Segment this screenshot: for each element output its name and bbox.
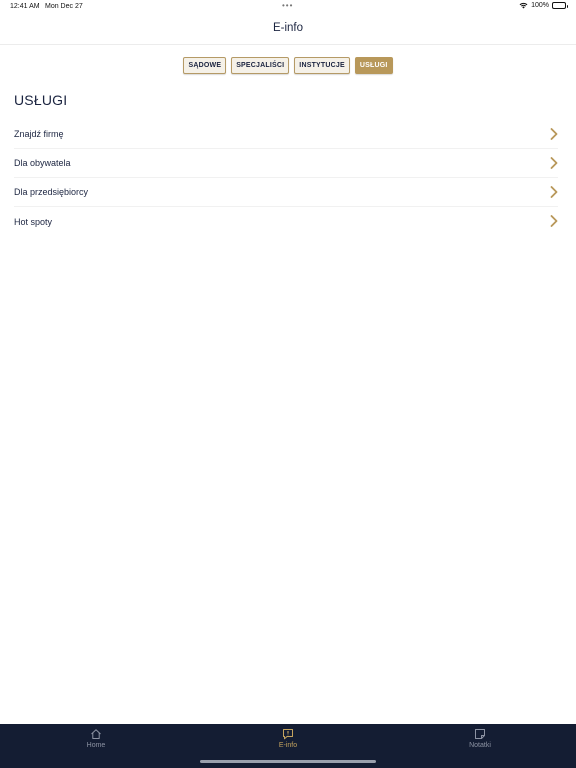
tab-bar: Home E-info Notatki [0,724,576,768]
list-item-dla-przedsiebiorcy[interactable]: Dla przedsiębiorcy [14,178,558,207]
tab-bar-label: Notatki [469,742,491,749]
battery-icon [552,2,568,9]
list-item-label: Hot spoty [14,216,53,227]
screen: 12:41 AM Mon Dec 27 ••• 100% E-info SĄDO… [0,0,576,768]
battery-percentage: 100% [531,2,549,9]
category-tabs: SĄDOWE SPECJALIŚCI INSTYTUCJE USŁUGI [0,57,576,75]
tab-sadowe[interactable]: SĄDOWE [183,57,227,74]
chevron-right-icon [550,215,558,227]
status-time: 12:41 AM [10,3,40,10]
section-title: USŁUGI [14,92,68,108]
list-item-dla-obywatela[interactable]: Dla obywatela [14,149,558,178]
chevron-right-icon [550,157,558,169]
page-title: E-info [272,22,304,34]
list-item-label: Znajdź firmę [14,129,64,139]
navigation-bar: E-info [0,14,576,45]
list-item-label: Dla przedsiębiorcy [14,187,89,197]
chevron-right-icon [550,128,558,140]
wifi-icon [519,2,528,9]
tab-bar-notatki[interactable]: Notatki [440,728,520,749]
list-item-znajdz-firme[interactable]: Znajdź firmę [14,120,558,149]
house-icon [91,729,101,739]
chevron-right-icon [550,186,558,198]
list-item-hot-spoty[interactable]: Hot spoty [14,207,558,236]
tab-bar-label: Home [86,742,106,749]
status-bar: 12:41 AM Mon Dec 27 ••• 100% [0,0,576,14]
list-item-label: Dla obywatela [14,158,71,168]
note-icon [475,729,485,739]
tab-uslugi[interactable]: USŁUGI [354,57,393,74]
tab-bar-e-info[interactable]: E-info [248,728,328,749]
status-right: 100% [519,2,568,9]
tab-instytucje[interactable]: INSTYTUCJE [294,57,350,74]
multitasking-dots-icon[interactable]: ••• [282,1,293,10]
tab-bar-label: E-info [278,742,298,749]
tab-bar-home[interactable]: Home [56,728,136,749]
status-date: Mon Dec 27 [45,3,83,10]
info-bubble-icon [283,729,293,740]
tab-specjalisci[interactable]: SPECJALIŚCI [231,57,290,74]
services-list: Znajdź firmę Dla obywatela Dla przedsięb… [0,120,576,236]
home-indicator[interactable] [200,760,376,763]
